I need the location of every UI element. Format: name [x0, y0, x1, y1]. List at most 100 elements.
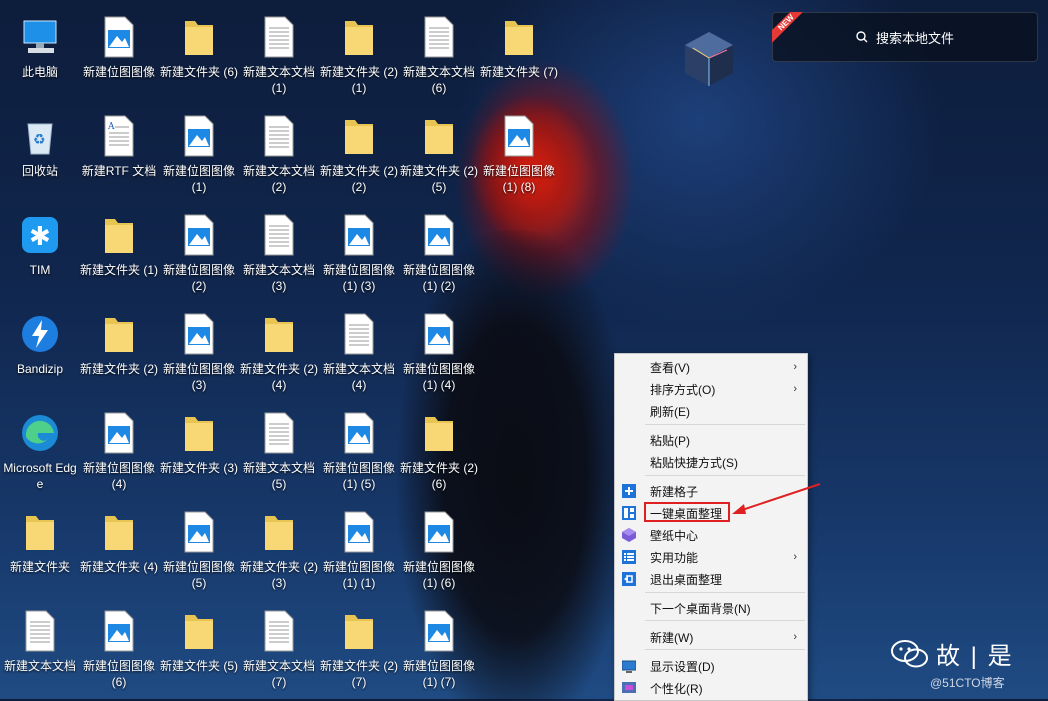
folder-icon [179, 410, 219, 456]
menu-item-2[interactable]: 刷新(E) [615, 400, 807, 422]
menu-item-10[interactable]: 下一个桌面背景(N) [615, 597, 807, 619]
menu-separator [645, 620, 805, 621]
desktop-icon-text[interactable]: 新建文本文档 (2) [239, 103, 319, 199]
desktop-icon-folder[interactable]: 新建文件夹 (2) (2) [319, 103, 399, 199]
folder-icon [99, 311, 139, 357]
submenu-chevron-icon: › [793, 551, 797, 563]
wechat-icon [891, 640, 928, 668]
menu-item-12[interactable]: 显示设置(D) [615, 655, 807, 677]
desktop-icon-label: 此电脑 [21, 65, 58, 79]
desktop-icon-image[interactable]: 新建位图图像 (1) (6) [399, 499, 479, 595]
desktop-icon-folder[interactable]: 新建文件夹 (3) [159, 400, 239, 496]
image-icon [419, 509, 459, 555]
desktop-icon-folder[interactable]: 新建文件夹 (7) [479, 4, 559, 100]
menu-item-0[interactable]: 查看(V) › [615, 356, 807, 378]
desktop-icon-folder[interactable]: 新建文件夹 (5) [159, 598, 239, 694]
edge-icon [20, 410, 60, 456]
display-icon [621, 659, 637, 673]
desktop-icon-image[interactable]: 新建位图图像 (1) (3) [319, 202, 399, 298]
desktop-icon-text[interactable]: 新建文本文档 (7) [239, 598, 319, 694]
desktop-icon-recycle[interactable]: ♻ 回收站 [0, 103, 80, 199]
menu-item-4[interactable]: 粘贴快捷方式(S) [615, 451, 807, 473]
desktop-icon-label: 新建RTF 文档 [81, 164, 157, 178]
pc-icon [20, 14, 60, 60]
desktop-icon-folder[interactable]: 新建文件夹 (2) (5) [399, 103, 479, 199]
desktop-icon-text[interactable]: 新建文本文档 (1) [239, 4, 319, 100]
desktop-icon-image[interactable]: 新建位图图像 (2) [159, 202, 239, 298]
desktop-icon-text[interactable]: 新建文本文档 [0, 598, 80, 694]
desktop-icon-folder[interactable]: 新建文件夹 (2) (4) [239, 301, 319, 397]
desktop-icon-folder[interactable]: 新建文件夹 (6) [159, 4, 239, 100]
folder-icon [339, 608, 379, 654]
desktop-icon-image[interactable]: 新建位图图像 (4) [79, 400, 159, 496]
desktop-icon-image[interactable]: 新建位图图像 (3) [159, 301, 239, 397]
menu-separator [645, 424, 805, 425]
desktop-icon-label: Microsoft Edge [3, 461, 77, 491]
desktop-icon-label: TIM [29, 263, 51, 277]
folder-icon [419, 410, 459, 456]
desktop-icon-image[interactable]: 新建位图图像 (6) [79, 598, 159, 694]
desktop-icon-folder[interactable]: 新建文件夹 [0, 499, 80, 595]
desktop-icon-text[interactable]: 新建文本文档 (4) [319, 301, 399, 397]
image-icon [339, 509, 379, 555]
desktop-icon-label: 新建位图图像 [82, 65, 155, 79]
menu-item-11[interactable]: 新建(W) › [615, 626, 807, 648]
desktop-icon-label: 新建文本文档 (7) [242, 659, 315, 689]
desktop-icon-bandizip[interactable]: Bandizip [0, 301, 80, 397]
desktop-icon-folder[interactable]: 新建文件夹 (2) (7) [319, 598, 399, 694]
menu-item-label: 新建(W) [650, 630, 694, 645]
desktop-icon-image[interactable]: 新建位图图像 (1) (8) [479, 103, 559, 199]
desktop-icon-label: 新建文件夹 (3) [159, 461, 238, 475]
desktop-icon-label: 新建文件夹 [9, 560, 70, 574]
personalize-icon [622, 681, 636, 695]
search-local-files-box[interactable]: 搜索本地文件 [772, 12, 1038, 62]
desktop-icon-text[interactable]: 新建文本文档 (3) [239, 202, 319, 298]
desktop-icon-folder[interactable]: 新建文件夹 (1) [79, 202, 159, 298]
text-icon [419, 14, 459, 60]
desktop-icon-image[interactable]: 新建位图图像 (1) (1) [319, 499, 399, 595]
menu-item-8[interactable]: 实用功能 › [615, 546, 807, 568]
annotation-highlight-box [644, 502, 730, 522]
desktop-icon-pc[interactable]: 此电脑 [0, 4, 80, 100]
desktop-icon-tim[interactable]: ✱ TIM [0, 202, 80, 298]
desktop-icon-image[interactable]: 新建位图图像 (1) (2) [399, 202, 479, 298]
annotation-arrow-icon [732, 483, 821, 514]
desktop-icon-label: 新建文件夹 (2) (7) [319, 659, 398, 689]
desktop-icon-image[interactable]: 新建位图图像 [79, 4, 159, 100]
desktop-icon-image[interactable]: 新建位图图像 (1) (5) [319, 400, 399, 496]
text-icon [259, 608, 299, 654]
desktop-icon-label: 新建文本文档 [3, 659, 76, 673]
desktop-icon-text[interactable]: 新建文本文档 (5) [239, 400, 319, 496]
desktop-icon-folder[interactable]: 新建文件夹 (2) (3) [239, 499, 319, 595]
desktop-icon-folder[interactable]: 新建文件夹 (2) (6) [399, 400, 479, 496]
menu-separator [645, 649, 805, 650]
desktop-icon-folder[interactable]: 新建文件夹 (2) (1) [319, 4, 399, 100]
image-icon [419, 212, 459, 258]
menu-item-9[interactable]: 退出桌面整理 [615, 568, 807, 590]
menu-item-1[interactable]: 排序方式(O) › [615, 378, 807, 400]
desktop-icon-folder[interactable]: 新建文件夹 (2) [79, 301, 159, 397]
image-icon [179, 311, 219, 357]
desktop-icon-image[interactable]: 新建位图图像 (1) [159, 103, 239, 199]
desktop-icon-image[interactable]: 新建位图图像 (1) (7) [399, 598, 479, 694]
menu-item-7[interactable]: 壁纸中心 [615, 524, 807, 546]
desktop-icon-edge[interactable]: Microsoft Edge [0, 400, 80, 496]
desktop-icon-rtf[interactable]: A 新建RTF 文档 [79, 103, 159, 199]
text-icon [259, 14, 299, 60]
menu-item-3[interactable]: 粘贴(P) [615, 429, 807, 451]
folder-icon [259, 311, 299, 357]
cube-logo-icon[interactable] [683, 30, 735, 88]
desktop-icon-label: 新建文本文档 (5) [242, 461, 315, 491]
menu-item-13[interactable]: 个性化(R) [615, 677, 807, 699]
text-icon [259, 113, 299, 159]
desktop-icon-folder[interactable]: 新建文件夹 (4) [79, 499, 159, 595]
desktop-icon-image[interactable]: 新建位图图像 (5) [159, 499, 239, 595]
menu-item-label: 刷新(E) [650, 404, 690, 419]
desktop-icon-image[interactable]: 新建位图图像 (1) (4) [399, 301, 479, 397]
desktop-icon-label: 新建文件夹 (5) [159, 659, 238, 673]
desktop-icon-text[interactable]: 新建文本文档 (6) [399, 4, 479, 100]
text-icon [20, 608, 60, 654]
desktop-icon-label: 新建位图图像 (2) [162, 263, 235, 293]
desktop-icon-label: 新建位图图像 (6) [82, 659, 155, 689]
submenu-chevron-icon: › [793, 631, 797, 643]
